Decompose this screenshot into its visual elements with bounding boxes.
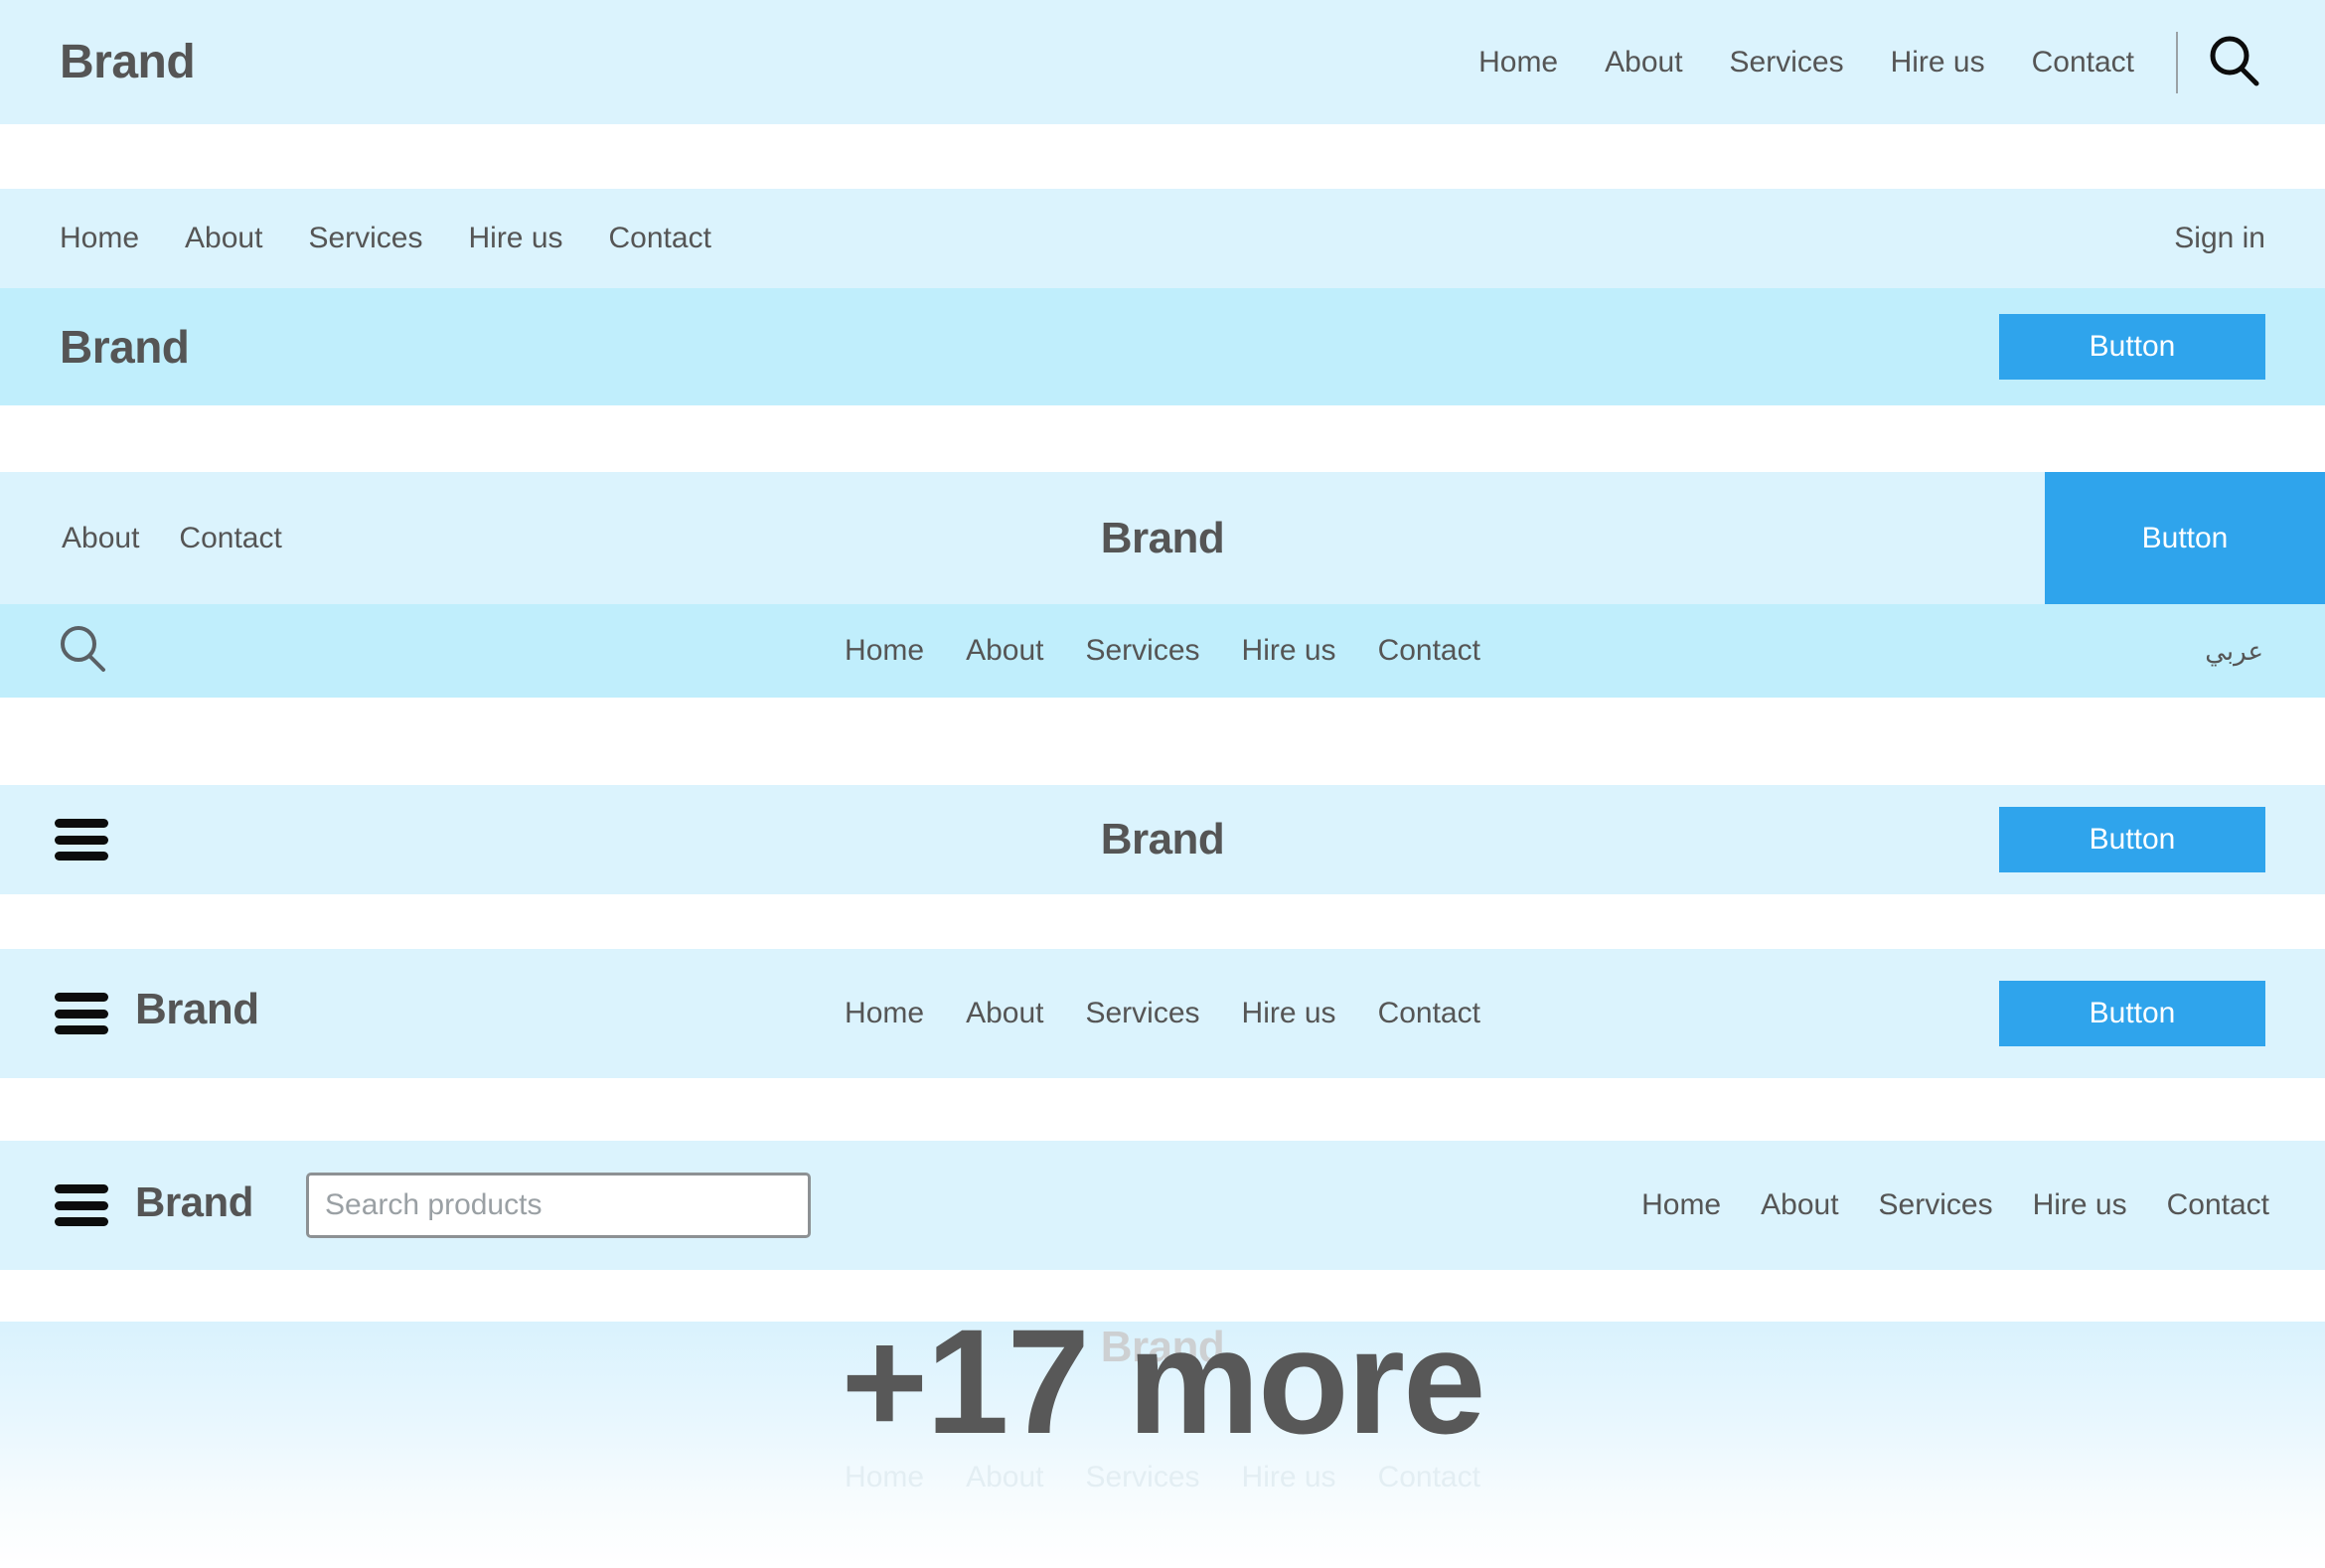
nav-item-services[interactable]: Services [1730, 46, 1844, 79]
nav-item-hire-us[interactable]: Hire us [1242, 997, 1336, 1030]
nav-item-contact[interactable]: Contact [609, 222, 711, 255]
navbar-variant-6: Brand Home About Services Hire us Contac… [0, 949, 2325, 1078]
nav-links: Home About Services Hire us Contact [1478, 46, 2134, 79]
navbar-variant-5: Brand Button [0, 785, 2325, 894]
sign-in-link[interactable]: Sign in [2174, 222, 2265, 255]
nav-item-home[interactable]: Home [845, 634, 924, 668]
nav-item-hire-us[interactable]: Hire us [1891, 46, 1985, 79]
navbar-variant-8-faded: Brand Home About Services Hire us Contac… [0, 1322, 2325, 1568]
hamburger-menu-icon[interactable] [55, 1184, 108, 1226]
vertical-divider [2176, 31, 2178, 93]
nav-item-services[interactable]: Services [1085, 997, 1199, 1030]
nav-item-home[interactable]: Home [1478, 46, 1558, 79]
nav-item-about[interactable]: About [1761, 1188, 1838, 1222]
nav-links: Home About Services Hire us Contact [0, 1461, 2325, 1494]
nav-item-about[interactable]: About [1605, 46, 1682, 79]
nav-item-about: About [966, 1461, 1044, 1493]
navbar-variant-2: Home About Services Hire us Contact Sign… [0, 189, 2325, 288]
nav-item-services[interactable]: Services [1879, 1188, 1993, 1222]
brand-logo[interactable]: Brand [0, 815, 2325, 864]
nav-item-hire-us[interactable]: Hire us [468, 222, 562, 255]
brand-logo: Brand [1100, 1323, 1225, 1371]
nav-item-about[interactable]: About [966, 634, 1043, 668]
nav-item-contact: Contact [1377, 1461, 1480, 1493]
nav-links: Home About Services Hire us Contact [1641, 1141, 2269, 1270]
nav-item-hire-us[interactable]: Hire us [2033, 1188, 2127, 1222]
brand-logo[interactable]: Brand [135, 1178, 253, 1226]
navbar-variant-3: Brand Button [0, 288, 2325, 405]
nav-item-home: Home [845, 1461, 925, 1493]
nav-links: Home About Services Hire us Contact [0, 949, 2325, 1078]
navbar-variant-4-top: About Contact Brand Button [0, 472, 2325, 604]
search-input[interactable] [306, 1173, 811, 1238]
nav-item-home[interactable]: Home [845, 997, 924, 1030]
brand-logo[interactable]: Brand [60, 35, 196, 89]
nav-item-about[interactable]: About [185, 222, 262, 255]
nav-item-contact[interactable]: Contact [1378, 634, 1480, 668]
navbar-variant-4-bottom: Home About Services Hire us Contact عربي [0, 604, 2325, 698]
nav-item-home[interactable]: Home [60, 222, 139, 255]
navbar-variant-7: Brand Home About Services Hire us Contac… [0, 1141, 2325, 1270]
language-toggle-arabic[interactable]: عربي [2205, 636, 2263, 667]
nav-item-hire-us[interactable]: Hire us [1242, 634, 1336, 668]
nav-item-contact[interactable]: Contact [2032, 46, 2134, 79]
cta-button[interactable]: Button [1999, 314, 2265, 380]
nav-item-contact[interactable]: Contact [2167, 1188, 2269, 1222]
nav-item-hire-us: Hire us [1241, 1461, 1336, 1493]
navbar-gallery-page: Brand Home About Services Hire us Contac… [0, 0, 2325, 1568]
cta-button[interactable]: Button [2045, 472, 2325, 604]
nav-item-services[interactable]: Services [1085, 634, 1199, 668]
navbar-variant-1: Brand Home About Services Hire us Contac… [0, 0, 2325, 124]
nav-item-services: Services [1085, 1461, 1200, 1493]
cta-button[interactable]: Button [1999, 807, 2265, 872]
brand-logo[interactable]: Brand [60, 320, 190, 374]
nav-item-home[interactable]: Home [1641, 1188, 1721, 1222]
nav-item-services[interactable]: Services [308, 222, 422, 255]
nav-links: Home About Services Hire us Contact [60, 222, 711, 255]
search-icon[interactable] [2204, 32, 2265, 93]
nav-item-about[interactable]: About [966, 997, 1043, 1030]
cta-button[interactable]: Button [1999, 981, 2265, 1046]
nav-item-contact[interactable]: Contact [1378, 997, 1480, 1030]
brand-logo[interactable]: Brand [0, 514, 2325, 563]
nav-links: Home About Services Hire us Contact [0, 634, 2325, 668]
